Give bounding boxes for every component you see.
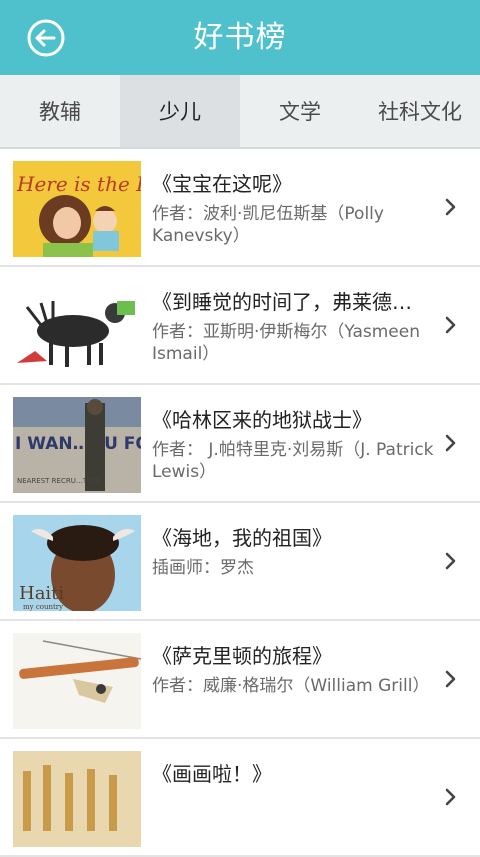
list-item[interactable]: 《萨克里顿的旅程》 作者：威廉·格瑞尔（William Grill）: [0, 621, 480, 739]
list-item[interactable]: Here is the Baby 《宝宝在这呢》 作者：波利·凯尼伍斯基（Pol…: [0, 149, 480, 267]
chevron-right-icon: [445, 316, 456, 334]
chevron-right-icon: [445, 198, 456, 216]
book-cover: Haiti my country: [13, 515, 141, 611]
book-author: 作者：波利·凯尼伍斯基（Polly Kanevsky）: [152, 204, 384, 246]
chevron-right-icon: [445, 788, 456, 806]
chevron-right-icon: [445, 552, 456, 570]
book-author: 插画师：罗杰: [152, 558, 254, 578]
tab-wenxue[interactable]: 文学: [240, 75, 360, 147]
book-cover: I WAN…OU FOR U.S.…MY NEAREST RECRU…TION: [13, 397, 141, 493]
page-title: 好书榜: [193, 20, 287, 55]
chevron-right-icon: [445, 670, 456, 688]
tab-sheke-wenhua[interactable]: 社科文化: [360, 75, 480, 147]
book-list: Here is the Baby 《宝宝在这呢》 作者：波利·凯尼伍斯基（Pol…: [0, 149, 480, 857]
app-header: 好书榜: [0, 0, 480, 75]
book-title: 《画画啦！》: [152, 762, 272, 786]
book-cover: [13, 279, 141, 375]
book-author: 作者：亚斯明·伊斯梅尔（Yasmeen Ismail）: [152, 322, 420, 364]
category-tabs: 教辅 少儿 文学 社科文化: [0, 75, 480, 149]
tab-jiaofu[interactable]: 教辅: [0, 75, 120, 147]
cover-title: Haiti: [19, 583, 64, 604]
list-item[interactable]: 《画画啦！》: [0, 739, 480, 857]
book-title: 《哈林区来的地狱战士》: [152, 408, 372, 432]
book-title: 《宝宝在这呢》: [152, 172, 292, 196]
cover-subtext: my country: [23, 603, 63, 611]
cover-title: I WAN…OU FOR U.S.…MY: [15, 434, 141, 454]
list-item[interactable]: Haiti my country 《海地，我的祖国》 插画师：罗杰: [0, 503, 480, 621]
book-author: 作者：威廉·格瑞尔（William Grill）: [152, 676, 430, 696]
cover-subtext: NEAREST RECRU…TION: [17, 477, 100, 485]
book-title: 《萨克里顿的旅程》: [152, 644, 332, 668]
list-item[interactable]: 《到睡觉的时间了，弗莱德… 作者：亚斯明·伊斯梅尔（Yasmeen Ismail…: [0, 267, 480, 385]
list-item[interactable]: I WAN…OU FOR U.S.…MY NEAREST RECRU…TION …: [0, 385, 480, 503]
book-author: 作者： J.帕特里克·刘易斯（J. Patrick Lewis）: [152, 440, 434, 482]
book-cover: Here is the Baby: [13, 161, 141, 257]
chevron-right-icon: [445, 434, 456, 452]
tab-shaoer[interactable]: 少儿: [120, 75, 240, 147]
book-cover: [13, 751, 141, 847]
book-cover: [13, 633, 141, 729]
book-title: 《海地，我的祖国》: [152, 526, 332, 550]
cover-title: Here is the Baby: [16, 172, 141, 196]
book-title: 《到睡觉的时间了，弗莱德…: [152, 290, 412, 314]
